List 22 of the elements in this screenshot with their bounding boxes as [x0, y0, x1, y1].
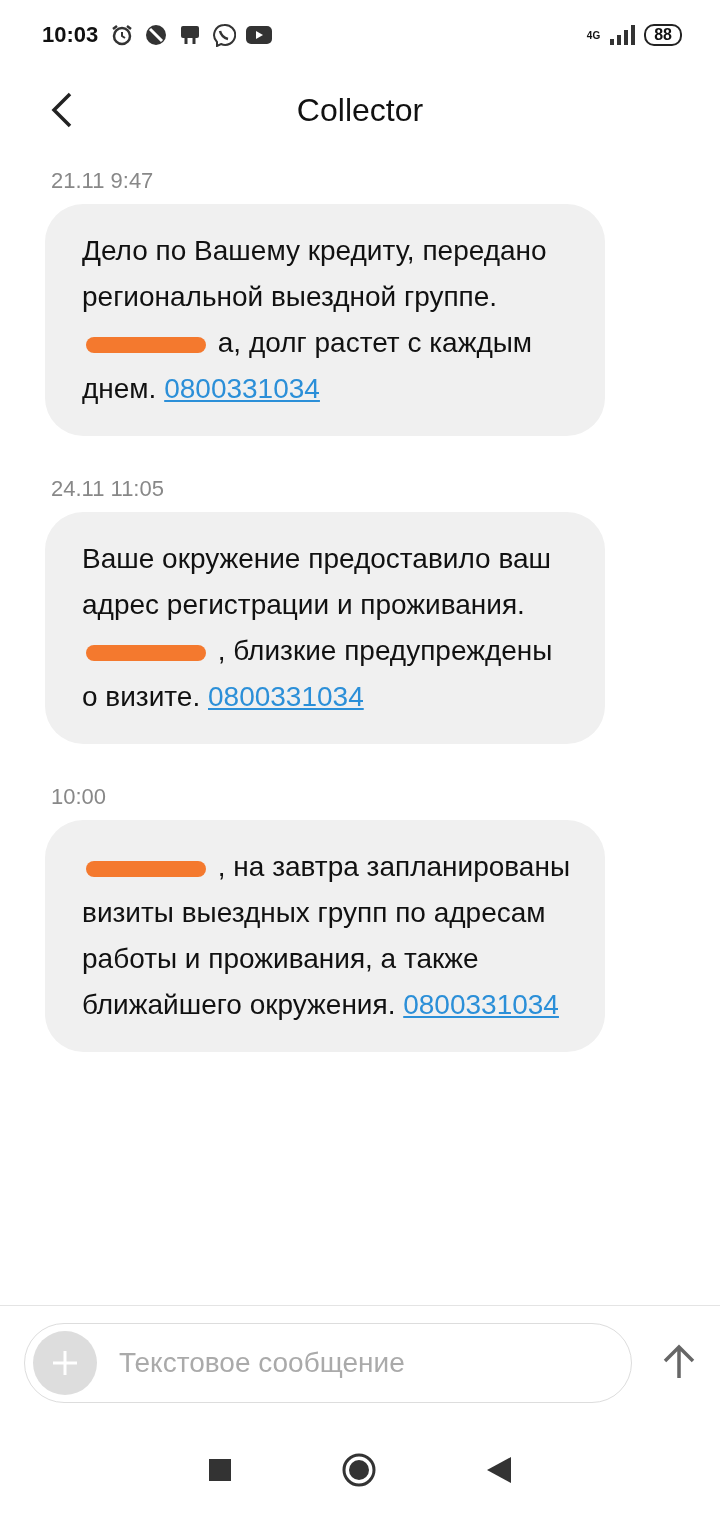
do-not-disturb-icon	[144, 23, 169, 47]
status-time: 10:03	[42, 22, 99, 48]
phone-link[interactable]: 0800331034	[208, 681, 364, 712]
video-play-icon	[246, 25, 273, 45]
phone-link[interactable]: 0800331034	[403, 989, 559, 1020]
phone-link[interactable]: 0800331034	[164, 373, 320, 404]
back-button[interactable]	[487, 1457, 511, 1483]
message-time: 21.11 9:47	[51, 168, 155, 194]
network-type: 4G	[586, 29, 601, 41]
signal-icon	[608, 25, 637, 45]
message-bubble: Дело по Вашему кредиту, передано региональной выездной группе. а, долг растет с каждым днем. 0800331034	[45, 204, 605, 436]
plus-icon	[51, 1349, 79, 1377]
message-bubble: , на завтра запланированы визиты выездных групп по адресам работы и проживания, а также ближайшего окружения. 0800331034	[45, 820, 605, 1052]
battery-level: 88	[644, 24, 682, 46]
home-button[interactable]	[341, 1452, 377, 1488]
up-arrow-icon	[662, 1343, 696, 1380]
phone-bubble-icon	[212, 23, 237, 47]
message-field[interactable]: Текстовое сообщение	[24, 1323, 632, 1403]
message-time: 10:00	[51, 784, 108, 810]
message-bubble: Ваше окружение предоставило ваш адрес регистрации и проживания. , близкие предупреждены о визите. 0800331034	[45, 512, 605, 744]
message-time: 24.11 11:05	[51, 476, 165, 502]
conversation-title: Collector	[296, 91, 424, 129]
